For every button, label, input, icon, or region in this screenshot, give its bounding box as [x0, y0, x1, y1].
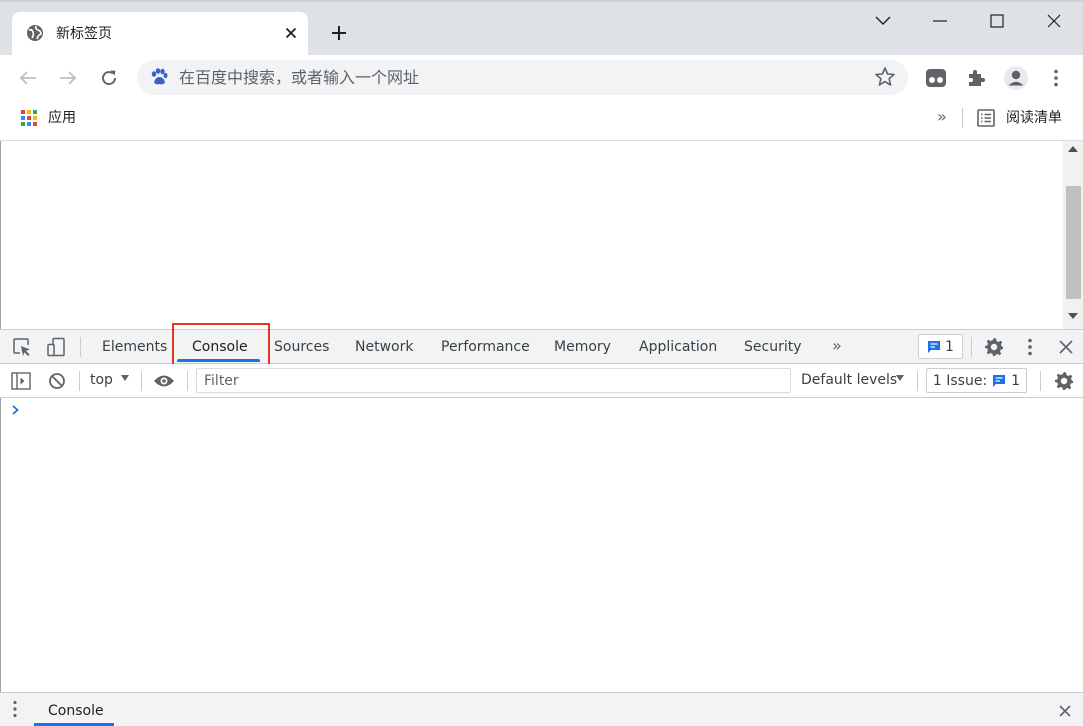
page-scrollbar-thumb[interactable]: [1066, 186, 1081, 299]
more-vert-icon: [1054, 69, 1058, 87]
filter-input[interactable]: [196, 368, 791, 393]
profile-icon: [1004, 66, 1028, 90]
globe-icon: [26, 24, 44, 42]
tab-memory[interactable]: Memory: [554, 337, 611, 357]
console-separator: [917, 371, 918, 391]
tab-performance[interactable]: Performance: [441, 337, 530, 357]
clear-console-button[interactable]: [45, 369, 69, 393]
eye-icon: [154, 375, 174, 387]
apps-bookmark[interactable]: 应用: [48, 108, 76, 128]
tab-sources[interactable]: Sources: [274, 337, 329, 357]
issues-counter-button[interactable]: 1: [918, 334, 963, 359]
close-icon: [285, 27, 297, 39]
dropdown-arrow-icon[interactable]: [895, 373, 905, 383]
extensions-button[interactable]: [963, 65, 989, 91]
live-expression-button[interactable]: [152, 369, 176, 393]
arrow-right-icon: [60, 71, 77, 85]
inspect-icon: [13, 338, 30, 356]
devtools-drawer: [0, 692, 1083, 726]
devtools-separator: [971, 337, 972, 357]
reading-list-button[interactable]: 阅读清单: [1006, 108, 1062, 128]
log-levels-dropdown[interactable]: Default levels: [801, 370, 897, 390]
close-icon: [1059, 340, 1073, 354]
tab-search-button[interactable]: [864, 6, 902, 36]
tab-close-button[interactable]: [280, 22, 302, 44]
close-icon: [1059, 705, 1071, 717]
window-close-button[interactable]: [1035, 6, 1073, 36]
address-bar-placeholder[interactable]: 在百度中搜索，或者输入一个网址: [179, 67, 419, 89]
more-vert-icon: [1028, 338, 1032, 356]
console-separator: [187, 371, 188, 391]
scroll-down-arrow-icon[interactable]: [1068, 313, 1078, 319]
more-vert-icon: [13, 700, 17, 718]
new-tab-button[interactable]: [326, 20, 352, 46]
console-separator: [1040, 371, 1041, 391]
minimize-button[interactable]: [921, 6, 959, 36]
bookmarks-separator: [962, 108, 963, 128]
console-prompt-chevron-icon[interactable]: [11, 401, 21, 419]
baidu-paw-icon: [149, 67, 169, 87]
apps-grid-icon[interactable]: [21, 110, 37, 126]
bookmarks-bar: [0, 100, 1083, 141]
drawer-tab-console[interactable]: Console: [48, 701, 104, 721]
console-settings-button[interactable]: [1052, 369, 1076, 393]
device-mode-icon: [47, 337, 65, 357]
maximize-icon: [990, 14, 1004, 28]
page-viewport: [0, 141, 1063, 329]
issues-count: 1: [945, 338, 954, 355]
media-icon: [926, 69, 946, 87]
puzzle-icon: [969, 70, 985, 86]
issues-count: 1: [1011, 372, 1021, 389]
dropdown-arrow-icon[interactable]: [120, 373, 130, 383]
devtools-menu-button[interactable]: [1018, 335, 1042, 359]
maximize-button[interactable]: [978, 6, 1016, 36]
gear-icon: [985, 338, 1003, 356]
sidebar-toggle-icon: [11, 372, 31, 390]
profile-button[interactable]: [1003, 65, 1029, 91]
tab-title: 新标签页: [56, 26, 112, 42]
top-edge: [0, 0, 1083, 2]
star-icon: [875, 67, 895, 86]
drawer-menu-button[interactable]: [12, 700, 18, 718]
show-sidebar-button[interactable]: [9, 369, 33, 393]
console-output[interactable]: [0, 398, 1083, 692]
devtools-separator: [80, 337, 81, 357]
bookmarks-overflow-button[interactable]: »: [937, 106, 947, 128]
plus-icon: [332, 26, 346, 40]
inspect-element-button[interactable]: [10, 335, 34, 359]
tab-security[interactable]: Security: [744, 337, 802, 357]
bookmark-star-button[interactable]: [874, 66, 896, 88]
block-icon: [49, 373, 65, 389]
back-button[interactable]: [14, 64, 42, 92]
browser-menu-button[interactable]: [1043, 65, 1069, 91]
minimize-icon: [933, 20, 947, 22]
issue-icon: [928, 340, 941, 353]
tab-application[interactable]: Application: [639, 337, 717, 357]
forward-button[interactable]: [54, 64, 82, 92]
scroll-up-arrow-icon[interactable]: [1068, 146, 1078, 152]
devtools-close-button[interactable]: [1054, 335, 1078, 359]
devtools-settings-button[interactable]: [982, 335, 1006, 359]
reload-button[interactable]: [95, 64, 123, 92]
tab-elements[interactable]: Elements: [102, 337, 167, 357]
reload-icon: [102, 70, 116, 85]
reading-list-icon[interactable]: [977, 109, 995, 127]
issues-label: 1 Issue:: [932, 372, 988, 389]
console-separator: [79, 371, 80, 391]
console-separator: [141, 371, 142, 391]
drawer-close-button[interactable]: [1054, 700, 1076, 722]
media-button[interactable]: [923, 65, 949, 91]
chevron-down-icon: [875, 16, 891, 25]
more-tabs-button[interactable]: »: [832, 336, 842, 356]
issue-icon: [993, 374, 1006, 387]
issues-button[interactable]: 1 Issue: 1: [926, 368, 1027, 393]
device-toolbar-button[interactable]: [44, 335, 68, 359]
tab-network[interactable]: Network: [355, 337, 413, 357]
gear-icon: [1055, 372, 1073, 390]
context-selector[interactable]: top: [90, 370, 113, 390]
close-icon: [1047, 14, 1061, 28]
arrow-left-icon: [19, 71, 36, 85]
